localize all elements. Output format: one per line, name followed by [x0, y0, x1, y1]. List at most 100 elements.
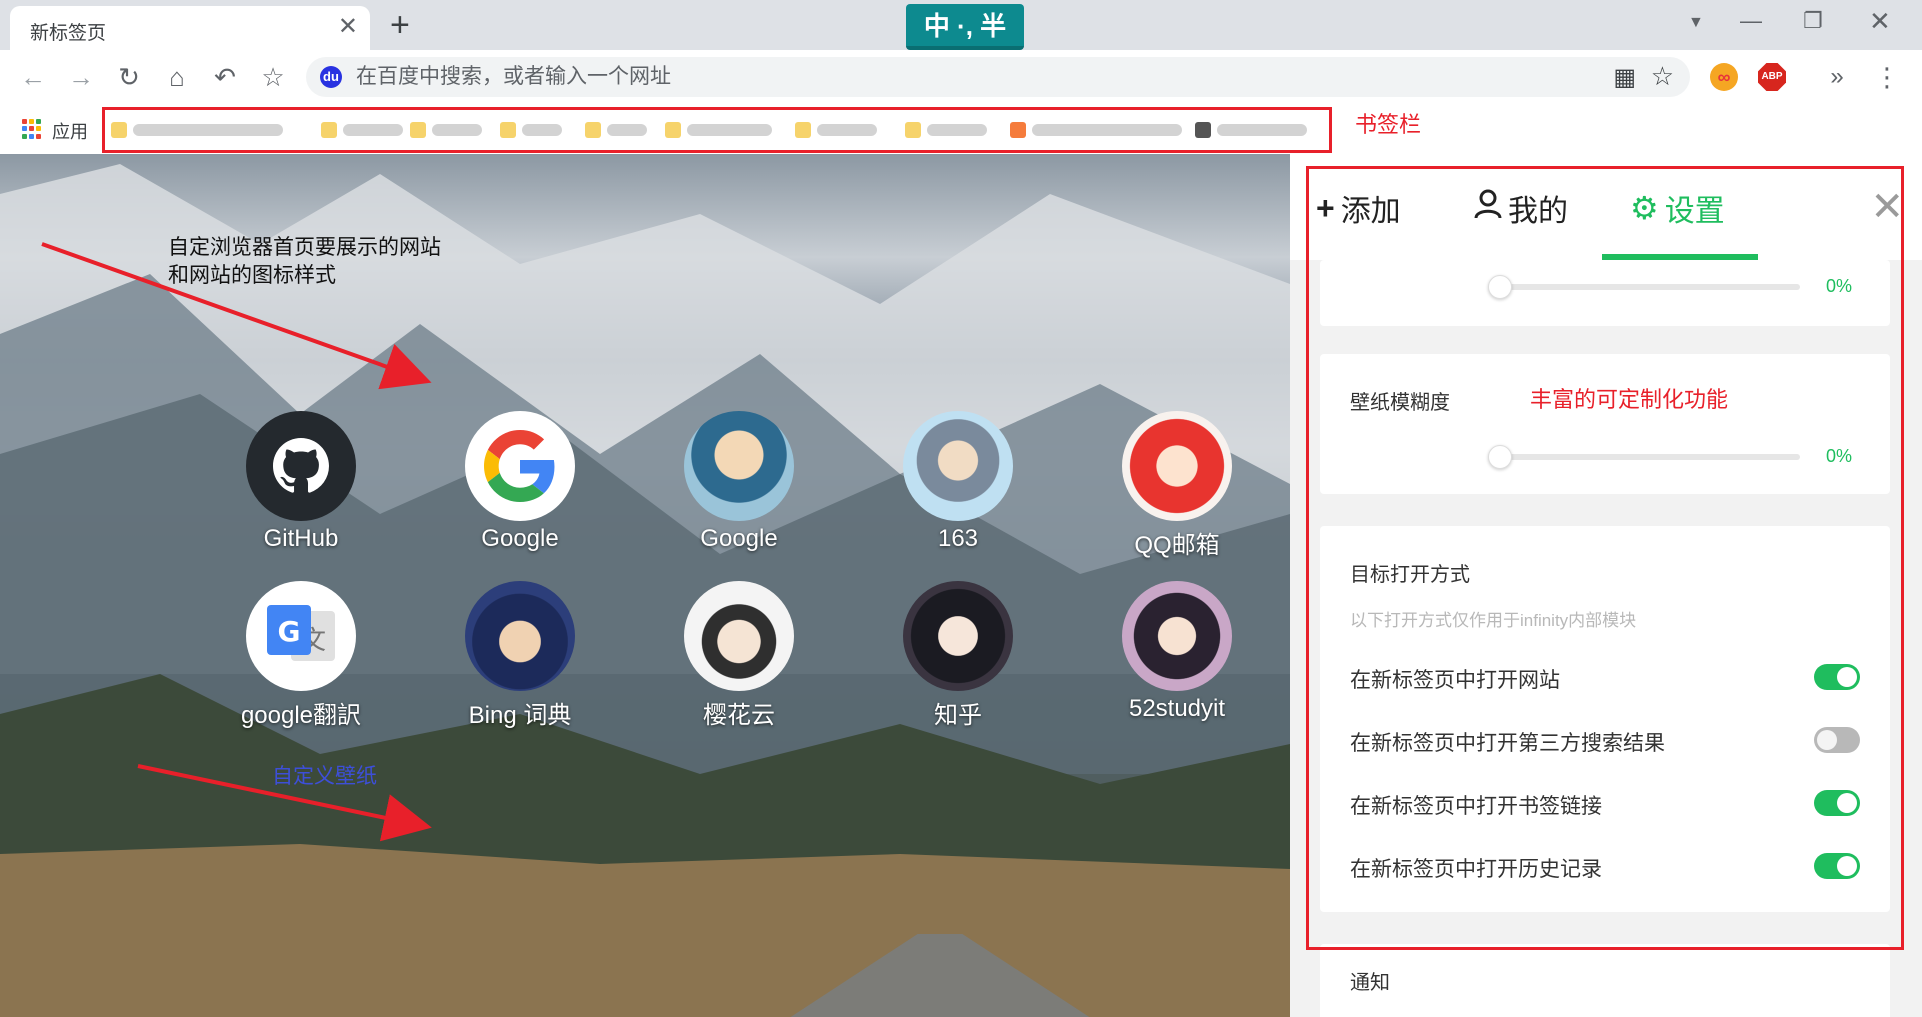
home-icon[interactable]: ⌂	[160, 60, 194, 94]
tab-add[interactable]: + 添加	[1316, 188, 1401, 229]
site-tile-yinghuayun[interactable]: 樱花云	[669, 581, 809, 730]
search-input[interactable]	[356, 63, 1556, 91]
panel-header: + 添加 我的 ⚙ 设置 ✕	[1290, 154, 1922, 260]
tab-mine[interactable]: 我的	[1474, 188, 1568, 228]
infinity-extension-icon[interactable]: ∞	[1710, 63, 1738, 91]
site-tile-google[interactable]: Google	[450, 411, 590, 553]
apps-grid-dot	[36, 119, 41, 124]
browser-tab[interactable]: 新标签页 ✕	[10, 6, 370, 50]
open-search-results-toggle[interactable]	[1814, 727, 1860, 753]
avatar-icon	[903, 411, 1013, 521]
open-history-label: 在新标签页中打开历史记录	[1350, 858, 1602, 881]
wallpaper-annotation: 自定义壁纸	[272, 765, 377, 788]
custom-wallpaper: 自定浏览器首页要展示的网站 和网站的图标样式 自定义壁纸 GitHub Goog…	[0, 154, 1290, 1017]
bookmark-item[interactable]	[410, 120, 482, 140]
google-icon	[465, 411, 575, 521]
reload-icon[interactable]: ↻	[112, 60, 146, 94]
site-label: Bing 词典	[468, 702, 572, 729]
bookmarks-highlight-box	[102, 107, 1332, 153]
bookmark-item[interactable]	[585, 120, 647, 140]
close-window-button[interactable]: ✕	[1869, 6, 1891, 37]
site-tile-google-avatar[interactable]: Google	[669, 411, 809, 553]
blur-label: 壁纸模糊度	[1350, 392, 1450, 414]
apps-grid-dot	[22, 133, 27, 139]
github-icon	[246, 411, 356, 521]
gear-icon: ⚙	[1630, 190, 1659, 226]
adblock-extension-icon[interactable]: ABP	[1758, 63, 1786, 91]
site-tile-52studyit[interactable]: 52studyit	[1107, 581, 1247, 723]
site-tile-qq-mail[interactable]: QQ邮箱	[1107, 411, 1247, 560]
back-icon[interactable]: ←	[16, 60, 50, 94]
settings-card-notify: 通知	[1320, 944, 1890, 1017]
bookmark-item[interactable]	[1195, 120, 1307, 140]
bookmark-favicon-icon	[1195, 122, 1211, 138]
slider-value: 0%	[1826, 276, 1853, 296]
settings-card-blur: 壁纸模糊度 丰富的可定制化功能 0%	[1320, 354, 1890, 494]
open-sites-label: 在新标签页中打开网站	[1350, 669, 1560, 692]
open-target-hint: 以下打开方式仅作用于infinity内部模块	[1350, 611, 1637, 630]
site-tile-github[interactable]: GitHub	[231, 411, 371, 553]
site-tile-163[interactable]: 163	[888, 411, 1028, 553]
open-bookmarks-toggle[interactable]	[1814, 790, 1860, 816]
tab-search-icon[interactable]: ▼	[1688, 14, 1704, 32]
open-history-toggle[interactable]	[1814, 853, 1860, 879]
omnibox[interactable]: du ▦ ☆	[306, 57, 1690, 97]
site-style-annotation: 自定浏览器首页要展示的网站 和网站的图标样式	[168, 236, 441, 287]
qr-code-icon[interactable]: ▦	[1613, 63, 1636, 92]
apps-grid-dot	[29, 119, 34, 124]
bookmark-item[interactable]	[795, 120, 877, 140]
extensions-overflow-icon[interactable]: »	[1820, 60, 1854, 94]
site-label: google翻訳	[240, 702, 362, 729]
site-label: Google	[700, 525, 778, 552]
open-bookmarks-label: 在新标签页中打开书签链接	[1350, 795, 1602, 818]
browser-menu-icon[interactable]: ⋮	[1870, 60, 1904, 94]
bookmark-favicon-icon	[500, 122, 516, 138]
bookmark-item[interactable]	[665, 120, 772, 140]
bookmark-favicon-icon	[665, 122, 681, 138]
bookmark-favicon-icon	[1010, 122, 1026, 138]
bookmark-item[interactable]	[905, 120, 987, 140]
bookmark-item[interactable]	[500, 120, 562, 140]
new-tab-button[interactable]: +	[390, 8, 410, 42]
site-label: 知乎	[934, 702, 982, 729]
site-label: Google	[481, 525, 559, 552]
bookmark-item[interactable]	[1010, 120, 1182, 140]
google-translate-icon: 文G	[246, 581, 356, 691]
bookmark-item[interactable]	[321, 120, 403, 140]
tab-mine-label: 我的	[1508, 195, 1568, 228]
close-icon[interactable]: ✕	[1870, 184, 1904, 230]
avatar-icon	[1122, 581, 1232, 691]
undo-icon[interactable]: ↶	[208, 60, 242, 94]
blur-slider-track[interactable]	[1500, 454, 1800, 460]
slider-track[interactable]	[1500, 284, 1800, 290]
slider-handle[interactable]	[1488, 275, 1512, 299]
baidu-logo-icon: du	[320, 66, 342, 88]
blur-slider-handle[interactable]	[1488, 445, 1512, 469]
open-target-title: 目标打开方式	[1350, 564, 1470, 586]
apps-grid-dot	[22, 126, 27, 132]
apps-grid-dot	[36, 126, 41, 132]
site-label: 樱花云	[703, 702, 775, 729]
bookmark-favicon-icon	[795, 122, 811, 138]
svg-text:G: G	[278, 615, 301, 648]
settings-panel: + 添加 我的 ⚙ 设置 ✕ 0% 壁纸模糊度 丰富的可定制化功能 0% 目标打…	[1290, 154, 1922, 1017]
open-sites-toggle[interactable]	[1814, 664, 1860, 690]
bookmark-star-icon[interactable]: ☆	[256, 60, 290, 94]
star-icon[interactable]: ☆	[1651, 61, 1674, 92]
site-tile-google-translate[interactable]: 文G google翻訳	[231, 581, 371, 730]
avatar-icon	[684, 411, 794, 521]
apps-grid-dot	[29, 133, 34, 139]
restore-button[interactable]: ❐	[1803, 8, 1823, 34]
bookmark-favicon-icon	[585, 122, 601, 138]
bookmark-item[interactable]	[111, 120, 283, 140]
bookmark-favicon-icon	[111, 122, 127, 138]
tab-settings[interactable]: ⚙ 设置	[1630, 188, 1725, 228]
site-tile-zhihu[interactable]: 知乎	[888, 581, 1028, 730]
tab-close-icon[interactable]: ✕	[338, 15, 358, 39]
avatar-icon	[465, 581, 575, 691]
tab-add-label: 添加	[1340, 195, 1401, 228]
site-tile-bing-dict[interactable]: Bing 词典	[450, 581, 590, 730]
browser-toolbar: ← → ↻ ⌂ ↶ ☆ du ▦ ☆ ∞ ABP » ⋮	[0, 50, 1922, 104]
forward-icon[interactable]: →	[64, 60, 98, 94]
minimize-button[interactable]: —	[1740, 8, 1762, 34]
